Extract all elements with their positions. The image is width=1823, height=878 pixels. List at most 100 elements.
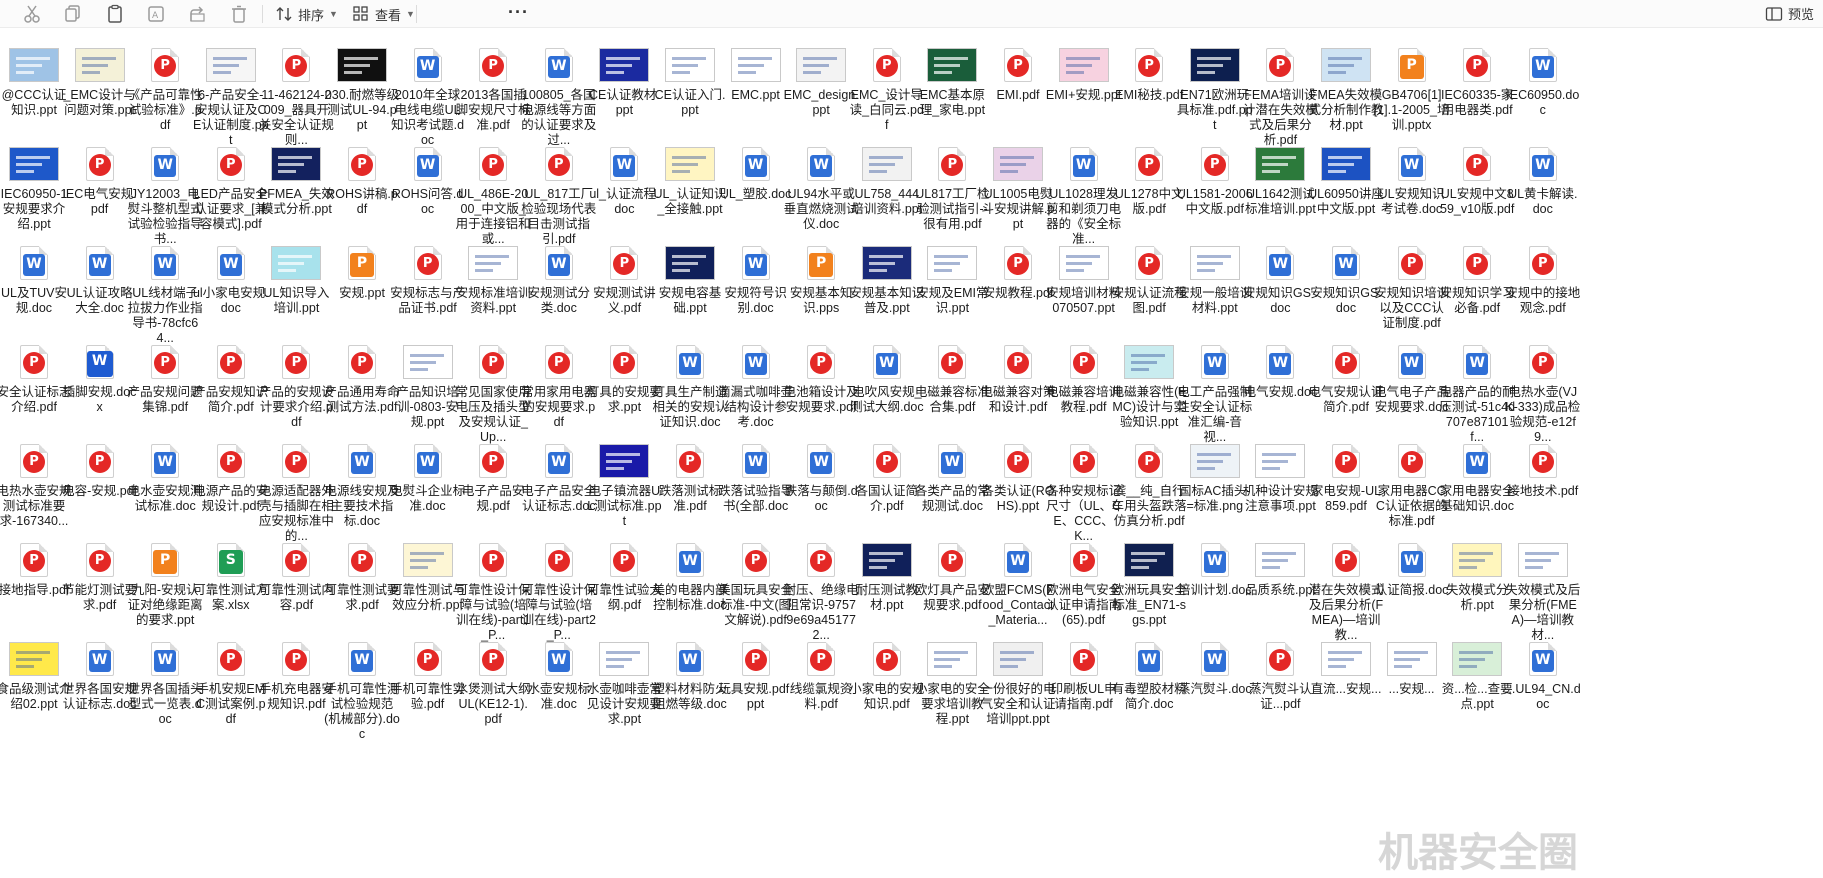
pdf-file-icon: P	[277, 543, 315, 579]
pdf-file-icon: P	[999, 345, 1037, 381]
word-file-icon: W	[737, 444, 775, 480]
pdf-file-icon: P	[277, 444, 315, 480]
pdf-file-icon: P	[540, 345, 578, 381]
file-name: 安规知识学习必备.pdf	[1439, 286, 1515, 315]
file-name: 产品安规知识简介.pdf	[193, 385, 269, 414]
spreadsheet-file-icon: S	[212, 543, 250, 579]
word-file-icon: W	[671, 345, 709, 381]
pdf-file-icon: P	[605, 345, 643, 381]
file-name: 跌落试验指导书(全部.doc	[718, 484, 794, 513]
pdf-file-icon: P	[277, 345, 315, 381]
pdf-file-icon: P	[868, 444, 906, 480]
pdf-file-icon: P	[1327, 444, 1365, 480]
word-file-icon: W	[999, 543, 1037, 579]
word-file-icon: W	[409, 444, 447, 480]
pdf-file-icon: P	[1524, 246, 1562, 282]
file-name: 电磁兼容培训教程.pdf	[1046, 385, 1122, 414]
presentation-file-icon: P	[802, 246, 840, 282]
pdf-file-icon: P	[1261, 48, 1299, 84]
file-name: 电器产品的耐压测试-51c4d707e87101f...	[1439, 385, 1516, 444]
file-name: LED产品安全认证要求_[兼容模式].pdf	[193, 187, 268, 231]
file-name: 耐压测试教材.ppt	[855, 583, 919, 612]
file-thumbnail-icon	[599, 642, 650, 676]
file-name: 安规电容基础.ppt	[658, 286, 722, 315]
file-name: 各类认证(ROHS).ppt	[981, 484, 1055, 513]
presentation-file-icon: P	[343, 246, 381, 282]
pdf-file-icon: P	[277, 48, 315, 84]
file-thumbnail-icon	[1189, 246, 1240, 280]
pdf-file-icon: P	[671, 444, 709, 480]
word-file-icon: W	[343, 444, 381, 480]
file-name: 各类产品的常规测试.doc	[914, 484, 990, 513]
file-name: 产品安规问题集锦.pdf	[127, 385, 203, 414]
file-name: 家电安规-UL859.pdf	[1310, 484, 1382, 513]
file-thumbnail-icon	[861, 543, 912, 577]
rename-icon[interactable]: A	[145, 4, 167, 24]
file-name: 产品通用寿命测试方法.pdf	[324, 385, 400, 414]
file-name: 电熨斗企业标准.doc	[390, 484, 466, 513]
pdf-file-icon: P	[212, 642, 250, 678]
file-name: 安规一般培训材料.ppt	[1177, 286, 1253, 315]
file-name: UL认证攻略大全.doc	[66, 286, 133, 315]
word-file-icon: W	[1393, 147, 1431, 183]
word-file-icon: W	[605, 147, 643, 183]
file-name: 安规培训材料070507.ppt	[1046, 286, 1122, 315]
file-name: 可靠性测试与效应分析.ppt	[390, 583, 466, 612]
file-name: 2010年全球电线电缆UL知识考试题.doc	[391, 88, 465, 147]
copy-icon[interactable]	[62, 4, 84, 24]
view-button[interactable]: 查看 ▼	[352, 4, 415, 24]
file-name: 认证简报.doc	[1374, 583, 1449, 597]
file-name: UL1642测试标准培训.ppt	[1244, 187, 1316, 216]
file-name: UL1005电熨斗安规讲解.ppt	[981, 187, 1055, 231]
file-name: 印刷板UL申请指南.pdf	[1050, 682, 1117, 711]
file-name: 玩具安规.pdf.ppt	[718, 682, 793, 711]
pdf-file-icon: P	[933, 543, 971, 579]
pdf-file-icon: P	[1524, 444, 1562, 480]
file-name: 手机可靠性测试检验规范(机械部分).doc	[324, 682, 400, 741]
pdf-file-icon: P	[146, 48, 184, 84]
file-thumbnail-icon	[665, 246, 715, 280]
more-options-button[interactable]: ···	[508, 2, 529, 23]
file-name: 安规基本知识.pps	[789, 286, 853, 315]
file-thumbnail-icon	[730, 48, 781, 82]
pdf-file-icon: P	[1458, 246, 1496, 282]
word-file-icon: W	[1196, 345, 1234, 381]
sort-button[interactable]: 排序 ▼	[275, 4, 338, 24]
preview-pane-button[interactable]: 预览	[1765, 4, 1814, 23]
pdf-file-icon: P	[999, 444, 1037, 480]
paste-icon[interactable]	[104, 4, 126, 24]
file-thumbnail-icon	[1255, 543, 1306, 577]
pdf-file-icon: P	[540, 543, 578, 579]
word-file-icon: W	[1130, 642, 1168, 678]
word-file-icon: W	[409, 48, 447, 84]
file-name: 水煲测试大纲UL(KE12-1).pdf	[455, 682, 531, 726]
delete-icon[interactable]	[228, 4, 250, 24]
file-name: 安规基本知识普及.ppt	[849, 286, 925, 315]
share-icon[interactable]	[187, 4, 209, 24]
file-name: ul_认证流程.doc	[589, 187, 660, 216]
pdf-file-icon: P	[474, 642, 512, 678]
pdf-file-icon: P	[802, 642, 840, 678]
pdf-file-icon: P	[212, 147, 250, 183]
file-thumbnail-icon	[9, 642, 59, 676]
toolbar-divider	[416, 5, 417, 23]
file-thumbnail-icon	[665, 147, 715, 181]
file-name: FMEA失效模式分析制作教材.ppt	[1308, 88, 1384, 132]
file-name: 塑料材料防火阻燃等级.doc	[652, 682, 728, 711]
file-name: EMI+安规.ppt	[1045, 88, 1122, 102]
file-name: 可靠性设计保障与试验(培训在线)-part2_P...	[521, 583, 597, 642]
presentation-file-icon: P	[146, 543, 184, 579]
cut-icon[interactable]	[21, 4, 43, 24]
pdf-file-icon: P	[999, 246, 1037, 282]
file-name: 欧洲电气安全认证申请指南(65).pdf	[1046, 583, 1122, 627]
file-name: 安规知识GS.doc	[1310, 286, 1382, 315]
file-name: 安规教程.pdf	[982, 286, 1054, 300]
preview-label: 预览	[1788, 7, 1815, 22]
pdf-file-icon: P	[212, 345, 250, 381]
file-name: 灯具生产制造相关的安规认证知识.doc	[652, 385, 728, 429]
word-file-icon: W	[1196, 543, 1234, 579]
file-name: 可靠性测试方案.xlsx	[193, 583, 269, 612]
file-name: UL_塑胶.doc	[719, 187, 792, 201]
file-name: 家用电器安全基础知识.doc	[1439, 484, 1515, 513]
file-thumbnail-icon	[1452, 642, 1503, 676]
